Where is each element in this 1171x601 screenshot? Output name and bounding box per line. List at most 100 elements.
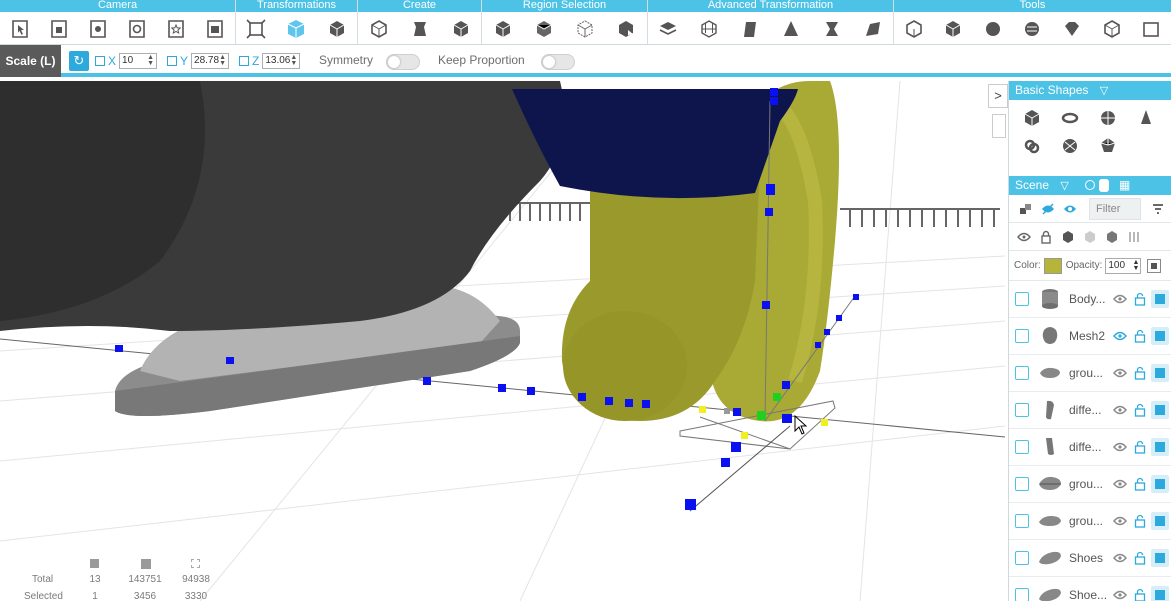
scene-header[interactable]: Scene ▽ ▦ (1009, 176, 1171, 195)
scene-triangle-down-icon[interactable]: ▽ (1060, 180, 1068, 192)
scene-list-item[interactable]: diffe... (1009, 429, 1171, 466)
item-cube-button[interactable] (1151, 290, 1169, 308)
item-cube-button[interactable] (1151, 438, 1169, 456)
eye-icon[interactable] (1113, 440, 1127, 454)
unlock-icon[interactable] (1134, 292, 1146, 306)
tools-frame[interactable] (1139, 17, 1163, 41)
scene-filter-input[interactable]: Filter (1089, 197, 1141, 220)
scene-list-item[interactable]: Shoes (1009, 540, 1171, 577)
item-cube-button[interactable] (1151, 475, 1169, 493)
tools-open-box[interactable] (902, 17, 926, 41)
item-checkbox[interactable] (1015, 403, 1029, 417)
region-select-tool-1[interactable] (491, 17, 515, 41)
create-extrude-tool[interactable] (408, 17, 432, 41)
eye-icon[interactable] (1113, 477, 1127, 491)
unlock-icon[interactable] (1134, 588, 1146, 601)
keep-proportion-toggle[interactable] (541, 54, 575, 70)
x-value-input[interactable]: 10 ▲ ▼ (119, 53, 158, 69)
scene-cube-solid-button[interactable] (1057, 227, 1079, 247)
color-apply-button[interactable] (1147, 258, 1162, 273)
y-value-input[interactable]: 28.78 ▲ ▼ (191, 53, 230, 69)
item-cube-button[interactable] (1151, 586, 1169, 601)
scene-cube-ghost-button[interactable] (1079, 227, 1101, 247)
x-spinner-icon[interactable]: ▲ ▼ (147, 54, 154, 67)
adv-layers-tool[interactable] (656, 17, 680, 41)
z-axis-checkbox[interactable] (239, 56, 249, 66)
shape-icosahedron[interactable] (1089, 132, 1127, 160)
camera-pan-tool[interactable] (47, 17, 71, 41)
scene-list-item[interactable]: grou... (1009, 466, 1171, 503)
unlock-icon[interactable] (1134, 551, 1146, 565)
scene-cube-mid-button[interactable] (1101, 227, 1123, 247)
scene-visibility-button[interactable] (1037, 199, 1059, 219)
item-checkbox[interactable] (1015, 329, 1029, 343)
opacity-spinner-icon[interactable]: ▲ ▼ (1132, 259, 1139, 272)
adv-bend-tool[interactable] (861, 17, 885, 41)
move-tool[interactable] (244, 17, 268, 41)
scene-objects-button[interactable] (1015, 199, 1037, 219)
eye-icon[interactable] (1113, 366, 1127, 380)
rotate-tool[interactable] (325, 17, 349, 41)
unlock-icon[interactable] (1134, 514, 1146, 528)
x-axis-checkbox[interactable] (95, 56, 105, 66)
item-checkbox[interactable] (1015, 514, 1029, 528)
scene-eye-all-button[interactable] (1013, 227, 1035, 247)
camera-reset-tool[interactable] (203, 17, 227, 41)
item-checkbox[interactable] (1015, 588, 1029, 601)
item-cube-button[interactable] (1151, 549, 1169, 567)
scene-list-item[interactable]: grou... (1009, 503, 1171, 540)
camera-rotate-tool[interactable] (125, 17, 149, 41)
tools-sphere[interactable] (981, 17, 1005, 41)
item-checkbox[interactable] (1015, 292, 1029, 306)
triangle-down-icon[interactable]: ▽ (1100, 85, 1108, 97)
panel-scroll-handle[interactable] (992, 114, 1006, 138)
region-select-tool-4[interactable] (614, 17, 638, 41)
eye-icon[interactable] (1113, 329, 1127, 343)
region-select-tool-2[interactable] (532, 17, 556, 41)
shape-cone[interactable] (1127, 104, 1165, 132)
tools-gem[interactable] (1060, 17, 1084, 41)
camera-select-tool[interactable] (8, 17, 32, 41)
scene-list-item[interactable]: grou... (1009, 355, 1171, 392)
adv-subdivide-tool[interactable] (697, 17, 721, 41)
shape-cube[interactable] (1013, 104, 1051, 132)
eye-icon[interactable] (1113, 551, 1127, 565)
scene-list-item[interactable]: Shoe... (1009, 577, 1171, 601)
item-checkbox[interactable] (1015, 477, 1029, 491)
color-swatch[interactable] (1043, 257, 1062, 274)
unlock-icon[interactable] (1134, 477, 1146, 491)
eye-icon[interactable] (1113, 588, 1127, 601)
camera-zoom-tool[interactable] (86, 17, 110, 41)
opacity-input[interactable]: 100 ▲ ▼ (1105, 257, 1142, 274)
scene-list-item[interactable]: diffe... (1009, 392, 1171, 429)
y-spinner-icon[interactable]: ▲ ▼ (219, 54, 226, 67)
3d-viewport[interactable]: Total 13 143751 94938 Selected 1 3456 33… (0, 81, 1005, 601)
create-box-tool[interactable] (367, 17, 391, 41)
scene-list-item[interactable]: Body... (1009, 281, 1171, 318)
adv-taper-tool[interactable] (738, 17, 762, 41)
item-checkbox[interactable] (1015, 551, 1029, 565)
tools-solid-box[interactable] (941, 17, 965, 41)
scale-tool[interactable] (284, 17, 308, 41)
unlock-icon[interactable] (1134, 440, 1146, 454)
shape-sphere[interactable] (1089, 104, 1127, 132)
z-spinner-icon[interactable]: ▲ ▼ (290, 54, 297, 67)
adv-cone-tool[interactable] (779, 17, 803, 41)
eye-icon[interactable] (1113, 514, 1127, 528)
tools-wire-box[interactable] (1100, 17, 1124, 41)
create-merge-tool[interactable] (449, 17, 473, 41)
camera-focus-tool[interactable] (164, 17, 188, 41)
z-value-input[interactable]: 13.06 ▲ ▼ (262, 53, 301, 69)
scene-list-item[interactable]: Mesh2 (1009, 318, 1171, 355)
scene-eye-button[interactable] (1059, 199, 1081, 219)
symmetry-toggle[interactable] (386, 54, 420, 70)
shape-geosphere[interactable] (1051, 132, 1089, 160)
unlock-icon[interactable] (1134, 403, 1146, 417)
item-checkbox[interactable] (1015, 440, 1029, 454)
item-cube-button[interactable] (1151, 512, 1169, 530)
basic-shapes-header[interactable]: Basic Shapes ▽ (1009, 81, 1171, 100)
y-axis-checkbox[interactable] (167, 56, 177, 66)
scene-columns-button[interactable] (1123, 227, 1145, 247)
item-cube-button[interactable] (1151, 327, 1169, 345)
shape-knot[interactable] (1013, 132, 1051, 160)
